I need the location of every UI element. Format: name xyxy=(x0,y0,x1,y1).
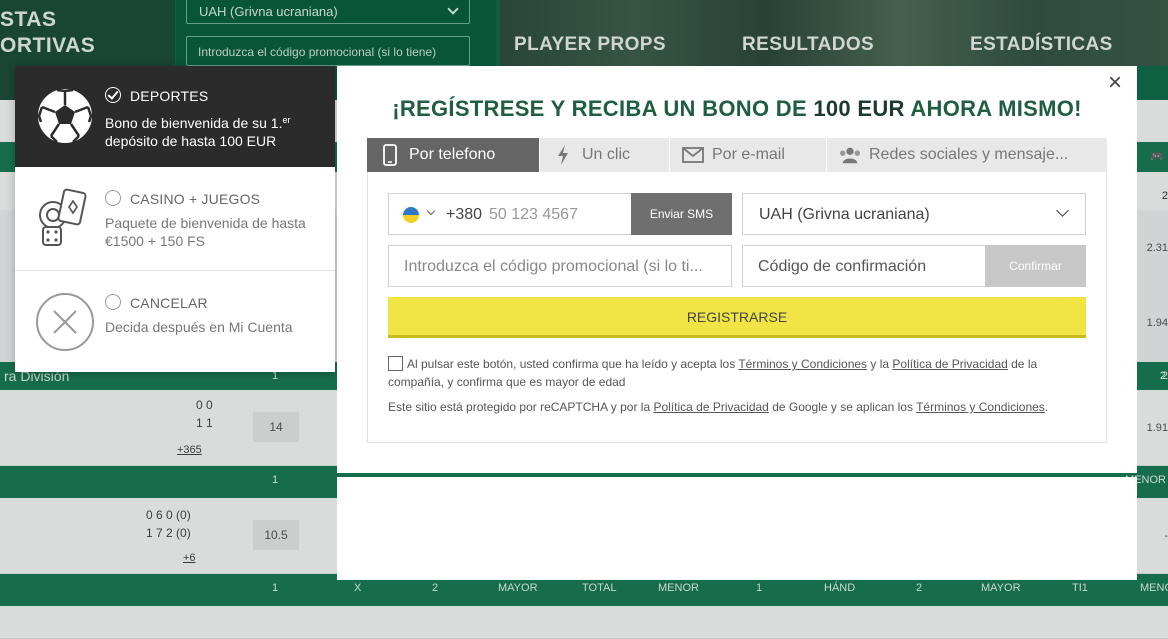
modal-title: ¡REGÍSTRESE Y RECIBA UN BONO DE 100 EUR … xyxy=(337,96,1137,122)
option-description: Paquete de bienvenida de hasta €1500 + 1… xyxy=(105,215,306,249)
send-sms-button[interactable]: Enviar SMS xyxy=(631,193,732,235)
chevron-down-icon xyxy=(1056,204,1069,217)
tab-label: Redes sociales y mensaje... xyxy=(869,146,1069,163)
recaptcha-notice: Este sitio está protegido por reCAPTCHA … xyxy=(388,400,1088,414)
google-terms-link[interactable]: Términos y Condiciones xyxy=(916,400,1045,414)
tab-label: Por telefono xyxy=(409,146,496,163)
register-button[interactable]: REGISTRARSE xyxy=(388,297,1086,338)
currency-select[interactable]: UAH (Grivna ucraniana) xyxy=(742,193,1086,235)
envelope-icon xyxy=(682,144,704,166)
captcha-part-1: Este sitio está protegido por reCAPTCHA … xyxy=(388,400,654,414)
bonus-option-casino[interactable]: CASINO + JUEGOS Paquete de bienvenida de… xyxy=(15,167,335,271)
captcha-part-2: de Google y se aplican los xyxy=(768,400,917,414)
terms-text: Al pulsar este botón, usted confirma que… xyxy=(388,355,1088,391)
radio-casino[interactable] xyxy=(105,190,121,206)
confirm-button[interactable]: Confirmar xyxy=(985,245,1086,287)
tab-label: Por e-mail xyxy=(712,146,785,163)
phone-prefix: +380 xyxy=(446,206,483,223)
modal-lower-panel xyxy=(337,477,1137,580)
tab-email[interactable]: Por e-mail xyxy=(670,138,827,172)
terms-checkbox[interactable] xyxy=(388,356,403,371)
option-description: Decida después en Mi Cuenta xyxy=(105,319,293,335)
phone-input-group[interactable]: +380 50 123 4567 Enviar SMS xyxy=(388,193,732,235)
tab-one-click[interactable]: Un clic xyxy=(540,138,670,172)
promo-code-input[interactable]: Introduzca el código promocional (si lo … xyxy=(388,245,732,287)
radio-sports[interactable] xyxy=(105,87,121,103)
ukraine-flag-icon[interactable] xyxy=(403,207,419,223)
confirmation-code-input[interactable]: Código de confirmación Confirmar xyxy=(742,245,1086,287)
title-amount: 100 EUR xyxy=(813,96,905,121)
currency-value: UAH (Grivna ucraniana) xyxy=(759,206,930,223)
bonus-option-sports[interactable]: DEPORTES Bono de bienvenida de su 1.er d… xyxy=(15,66,335,167)
chevron-down-icon[interactable] xyxy=(426,206,436,216)
users-icon xyxy=(839,144,861,166)
option-title: DEPORTES xyxy=(130,88,209,104)
option-title: CANCELAR xyxy=(130,295,208,311)
terms-part-2: y la xyxy=(867,357,893,371)
casino-chips-dice-icon xyxy=(39,188,87,246)
option-desc-line2: depósito de hasta 100 EUR xyxy=(105,133,277,149)
lightning-icon xyxy=(552,144,574,166)
phone-input[interactable]: 50 123 4567 xyxy=(489,206,578,224)
google-privacy-link[interactable]: Política de Privacidad xyxy=(653,400,768,414)
close-button[interactable]: × xyxy=(1103,71,1127,96)
title-part-1: ¡REGÍSTRESE Y RECIBA UN BONO DE xyxy=(392,96,814,121)
confirmation-placeholder: Código de confirmación xyxy=(758,258,927,275)
bonus-option-cancel[interactable]: CANCELAR Decida después en Mi Cuenta xyxy=(15,272,335,372)
option-desc-sup: er xyxy=(282,115,291,125)
captcha-part-3: . xyxy=(1044,400,1049,414)
bonus-selection-panel: DEPORTES Bono de bienvenida de su 1.er d… xyxy=(15,66,335,372)
registration-tabs: Por telefono Un clic Por e-mail Redes so… xyxy=(367,138,1107,172)
close-circle-icon xyxy=(36,293,94,351)
terms-link[interactable]: Términos y Condiciones xyxy=(738,357,867,371)
option-description: Bono de bienvenida de su 1.er depósito d… xyxy=(105,111,330,150)
registration-form: +380 50 123 4567 Enviar SMS UAH (Grivna … xyxy=(367,172,1107,443)
option-desc-line1: Bono de bienvenida de su 1. xyxy=(105,115,283,131)
title-part-2: AHORA MISMO! xyxy=(904,96,1082,121)
option-title: CASINO + JUEGOS xyxy=(130,191,261,207)
phone-icon xyxy=(379,144,401,166)
tab-label: Un clic xyxy=(582,146,631,163)
soccer-ball-icon xyxy=(36,87,94,145)
terms-part-1: Al pulsar este botón, usted confirma que… xyxy=(407,357,739,371)
tab-phone[interactable]: Por telefono xyxy=(367,138,540,172)
registration-modal: × ¡REGÍSTRESE Y RECIBA UN BONO DE 100 EU… xyxy=(337,66,1137,473)
privacy-link[interactable]: Política de Privacidad xyxy=(892,357,1007,371)
tab-social[interactable]: Redes sociales y mensaje... xyxy=(827,138,1107,172)
radio-cancel[interactable] xyxy=(105,294,121,310)
